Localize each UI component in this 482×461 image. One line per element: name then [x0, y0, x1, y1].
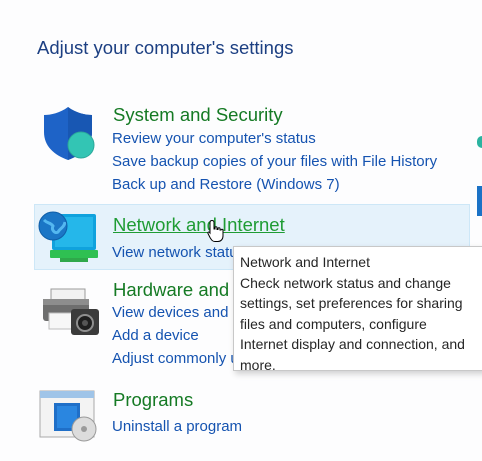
tooltip-line: settings, set preferences for sharing — [240, 295, 463, 311]
category-title-system-security[interactable]: System and Security — [113, 104, 283, 126]
printer-camera-icon[interactable] — [41, 287, 101, 337]
category-title-network-internet[interactable]: Network and Internet — [113, 214, 285, 236]
shield-icon[interactable] — [40, 104, 96, 162]
hand-cursor-icon — [207, 219, 224, 242]
network-tooltip: Network and Internet Check network statu… — [233, 246, 482, 373]
right-edge-accent — [477, 136, 482, 148]
tooltip-line: Check network status and change — [240, 274, 451, 291]
right-edge-accent — [477, 186, 482, 216]
globe-monitor-icon[interactable] — [38, 208, 100, 266]
link-backup-restore[interactable]: Back up and Restore (Windows 7) — [112, 176, 340, 193]
tooltip-line: Internet display and connection, and — [240, 336, 465, 352]
tooltip-line: Network and Internet — [240, 254, 370, 270]
tooltip-line: more. — [240, 356, 276, 373]
tooltip-line: files and computers, configure — [240, 315, 427, 332]
link-review-status[interactable]: Review your computer's status — [112, 130, 316, 147]
link-file-history[interactable]: Save backup copies of your files with Fi… — [112, 153, 437, 170]
link-uninstall-program[interactable]: Uninstall a program — [112, 418, 242, 435]
category-title-programs[interactable]: Programs — [113, 389, 193, 411]
link-add-device[interactable]: Add a device — [112, 327, 199, 344]
page-heading: Adjust your computer's settings — [37, 37, 294, 58]
programs-icon[interactable] — [38, 389, 100, 443]
